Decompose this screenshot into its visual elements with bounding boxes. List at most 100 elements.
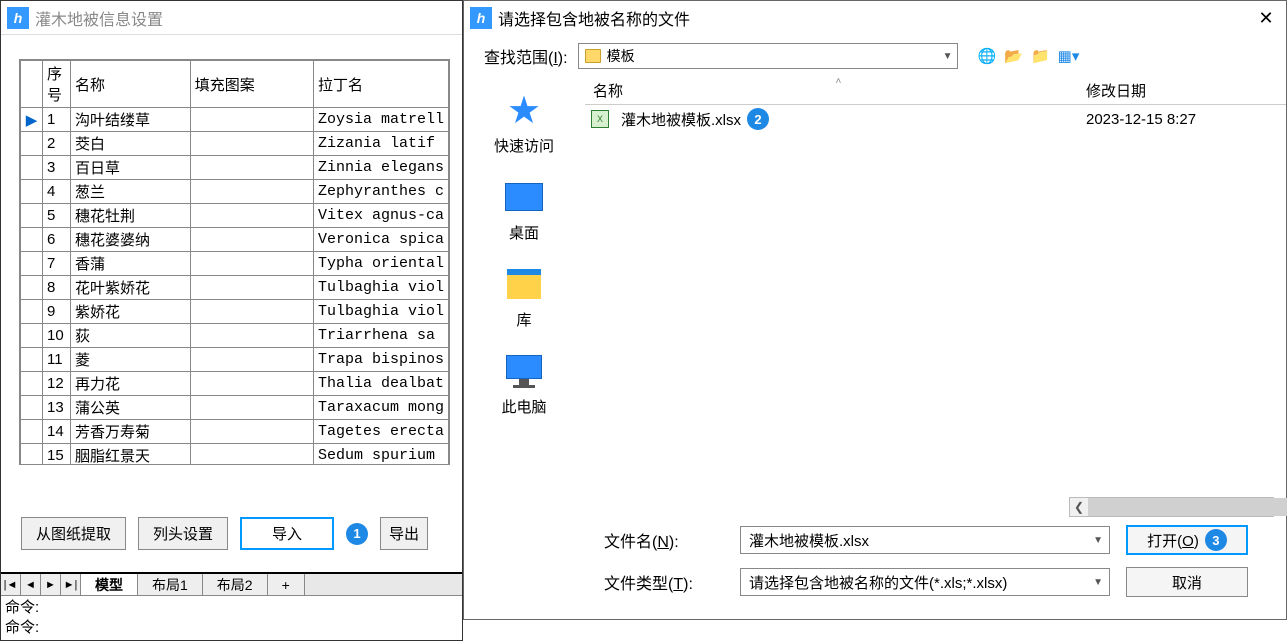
table-row[interactable]: ▶1沟叶结缕草Zoysia matrell <box>21 108 449 132</box>
new-folder-icon[interactable]: 📁 <box>1031 47 1050 65</box>
dialog-title: 请选择包含地被名称的文件 <box>498 6 1252 30</box>
table-row[interactable]: 8花叶紫娇花Tulbaghia viol <box>21 276 449 300</box>
col-seq[interactable]: 序号 <box>42 61 70 108</box>
col-name[interactable]: 名称 <box>70 61 190 108</box>
cell-latin: Typha oriental <box>313 252 448 276</box>
app-icon: h <box>7 7 29 29</box>
cell-name: 芳香万寿菊 <box>70 420 190 444</box>
cell-fill <box>190 228 313 252</box>
app-icon: h <box>470 7 492 29</box>
horizontal-scrollbar[interactable]: ❮ ❯ <box>1069 497 1274 517</box>
settings-window: h 灌木地被信息设置 序号 名称 填充图案 拉丁名 ▶1沟叶结缕草Zoysia … <box>0 0 463 641</box>
col-filename[interactable]: 名称 ˄ <box>585 80 1086 101</box>
table-row[interactable]: 12再力花Thalia dealbat <box>21 372 449 396</box>
tab-model[interactable]: 模型 <box>81 574 138 595</box>
cancel-button[interactable]: 取消 <box>1126 567 1248 597</box>
table-row[interactable]: 2茭白Zizania latif <box>21 132 449 156</box>
table-row[interactable]: 13蒲公英Taraxacum mong <box>21 396 449 420</box>
table-row[interactable]: 4葱兰Zephyranthes c <box>21 180 449 204</box>
scroll-thumb[interactable] <box>1088 498 1287 516</box>
file-name: 灌木地被模板.xlsx <box>621 109 741 130</box>
cell-fill <box>190 420 313 444</box>
lookup-row: 查找范围(I): 模板 ▼ 🌐 📂 📁 ▦▾ <box>464 35 1286 77</box>
row-marker <box>21 252 43 276</box>
place-quick-access[interactable]: ★ 快速访问 <box>494 89 554 156</box>
cell-seq: 10 <box>42 324 70 348</box>
file-list-header: 名称 ˄ 修改日期 <box>585 77 1286 105</box>
filetype-combo[interactable]: 请选择包含地被名称的文件(*.xls;*.xlsx) ▼ <box>740 568 1110 596</box>
view-menu-icon[interactable]: ▦▾ <box>1058 47 1080 65</box>
places-bar: ★ 快速访问 桌面 库 此电脑 <box>464 77 584 517</box>
table-row[interactable]: 15胭脂红景天Sedum spurium <box>21 444 449 466</box>
file-open-dialog: h 请选择包含地被名称的文件 ✕ 查找范围(I): 模板 ▼ 🌐 📂 📁 ▦▾ … <box>463 0 1287 620</box>
chevron-down-icon[interactable]: ▼ <box>1093 535 1103 546</box>
table-row[interactable]: 14芳香万寿菊Tagetes erecta <box>21 420 449 444</box>
row-marker <box>21 420 43 444</box>
table-row[interactable]: 6穗花婆婆纳Veronica spica <box>21 228 449 252</box>
cell-name: 荻 <box>70 324 190 348</box>
cell-latin: Zoysia matrell <box>313 108 448 132</box>
up-folder-icon[interactable]: 📂 <box>1004 47 1023 65</box>
place-libraries[interactable]: 库 <box>503 263 545 330</box>
table-row[interactable]: 9紫娇花Tulbaghia viol <box>21 300 449 324</box>
chevron-down-icon[interactable]: ▼ <box>943 51 953 62</box>
cell-name: 胭脂红景天 <box>70 444 190 466</box>
tab-layout2[interactable]: 布局2 <box>203 574 268 595</box>
filename-combo[interactable]: 灌木地被模板.xlsx ▼ <box>740 526 1110 554</box>
cell-fill <box>190 204 313 228</box>
command-label-1: 命令: <box>5 598 458 618</box>
tab-prev-icon[interactable]: ◄ <box>21 574 41 595</box>
lookup-label: 查找范围(I): <box>484 44 568 68</box>
table-row[interactable]: 3百日草Zinnia elegans <box>21 156 449 180</box>
sort-indicator-icon: ˄ <box>836 76 842 87</box>
cell-name: 茭白 <box>70 132 190 156</box>
import-button[interactable]: 导入 <box>240 517 334 550</box>
cell-name: 穗花牡荆 <box>70 204 190 228</box>
cell-name: 蒲公英 <box>70 396 190 420</box>
tab-layout1[interactable]: 布局1 <box>138 574 203 595</box>
table-row[interactable]: 7香蒲Typha oriental <box>21 252 449 276</box>
pc-icon <box>503 350 545 392</box>
cell-name: 紫娇花 <box>70 300 190 324</box>
place-this-pc[interactable]: 此电脑 <box>501 350 546 417</box>
window-title: 灌木地被信息设置 <box>35 6 163 30</box>
row-marker <box>21 180 43 204</box>
col-latin[interactable]: 拉丁名 <box>313 61 448 108</box>
title-bar: h 灌木地被信息设置 <box>1 1 462 35</box>
close-icon[interactable]: ✕ <box>1252 4 1280 32</box>
col-modified[interactable]: 修改日期 <box>1086 80 1286 101</box>
tab-last-icon[interactable]: ►| <box>61 574 81 595</box>
col-fill[interactable]: 填充图案 <box>190 61 313 108</box>
file-list[interactable]: 名称 ˄ 修改日期 X 灌木地被模板.xlsx 2 2023-12-15 8:2… <box>584 77 1286 517</box>
column-settings-button[interactable]: 列头设置 <box>138 517 228 550</box>
table-row[interactable]: 10荻Triarrhena sa <box>21 324 449 348</box>
place-desktop[interactable]: 桌面 <box>503 176 545 243</box>
lookup-combo[interactable]: 模板 ▼ <box>578 43 958 69</box>
tab-add[interactable]: + <box>268 574 305 595</box>
scroll-left-icon[interactable]: ❮ <box>1070 500 1088 514</box>
cell-seq: 1 <box>42 108 70 132</box>
cell-latin: Trapa bispinos <box>313 348 448 372</box>
tab-first-icon[interactable]: |◄ <box>1 574 21 595</box>
data-table[interactable]: 序号 名称 填充图案 拉丁名 ▶1沟叶结缕草Zoysia matrell2茭白Z… <box>19 59 450 465</box>
file-row[interactable]: X 灌木地被模板.xlsx 2 2023-12-15 8:27 <box>585 105 1286 133</box>
row-marker <box>21 276 43 300</box>
export-button[interactable]: 导出 <box>380 517 428 550</box>
cell-fill <box>190 348 313 372</box>
cell-name: 葱兰 <box>70 180 190 204</box>
desktop-icon <box>505 183 543 211</box>
open-button[interactable]: 打开(O) 3 <box>1126 525 1248 555</box>
cell-seq: 2 <box>42 132 70 156</box>
cell-fill <box>190 300 313 324</box>
col-marker <box>21 61 43 108</box>
back-icon[interactable]: 🌐 <box>978 47 997 65</box>
cell-seq: 6 <box>42 228 70 252</box>
table-row[interactable]: 5穗花牡荆Vitex agnus-ca <box>21 204 449 228</box>
tab-next-icon[interactable]: ► <box>41 574 61 595</box>
cell-fill <box>190 324 313 348</box>
command-area[interactable]: 命令: 命令: <box>1 596 462 640</box>
table-row[interactable]: 11菱Trapa bispinos <box>21 348 449 372</box>
dialog-toolbar: 🌐 📂 📁 ▦▾ <box>978 47 1080 65</box>
chevron-down-icon[interactable]: ▼ <box>1093 577 1103 588</box>
extract-button[interactable]: 从图纸提取 <box>21 517 126 550</box>
